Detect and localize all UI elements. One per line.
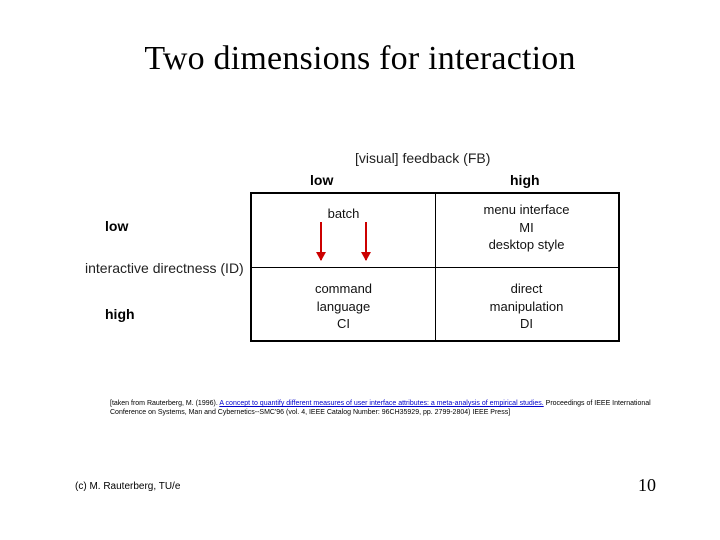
- cell-label: batch: [328, 206, 360, 221]
- citation-prefix: [taken from Rauterberg, M. (1996).: [110, 400, 219, 407]
- cell-high-low: menu interface MI desktop style: [435, 194, 618, 267]
- citation-link: A concept to quantify different measures…: [219, 400, 543, 407]
- cell-label: direct: [511, 281, 543, 296]
- axis-label-feedback: [visual] feedback (FB): [355, 150, 490, 166]
- page-title: Two dimensions for interaction: [0, 0, 720, 78]
- cell-abbrev: DI: [435, 316, 618, 332]
- cell-low-high: command language CI: [252, 267, 435, 340]
- cell-label-line2: language: [252, 299, 435, 315]
- citation-text: [taken from Rauterberg, M. (1996). A con…: [110, 400, 680, 418]
- slide: Two dimensions for interaction [visual] …: [0, 0, 720, 540]
- footer-copyright: (c) M. Rauterberg, TU/e: [75, 481, 180, 492]
- cell-sublabel: desktop style: [435, 237, 618, 253]
- arrow-down-icon: [320, 222, 322, 260]
- cell-label: menu interface: [484, 202, 570, 217]
- cell-label: command: [315, 281, 372, 296]
- arrow-down-icon: [365, 222, 367, 260]
- axis-tick-id-low: low: [105, 218, 128, 234]
- axis-label-directness: interactive directness (ID): [85, 260, 244, 276]
- cell-abbrev: CI: [252, 316, 435, 332]
- axis-tick-fb-high: high: [510, 172, 540, 188]
- axis-tick-id-high: high: [105, 306, 135, 322]
- matrix-grid: batch menu interface MI desktop style co…: [250, 192, 620, 342]
- cell-label-line2: manipulation: [435, 299, 618, 315]
- page-number: 10: [638, 475, 656, 496]
- cell-low-low: batch: [252, 194, 435, 267]
- cell-abbrev: MI: [435, 220, 618, 236]
- cell-high-high: direct manipulation DI: [435, 267, 618, 340]
- axis-tick-fb-low: low: [310, 172, 333, 188]
